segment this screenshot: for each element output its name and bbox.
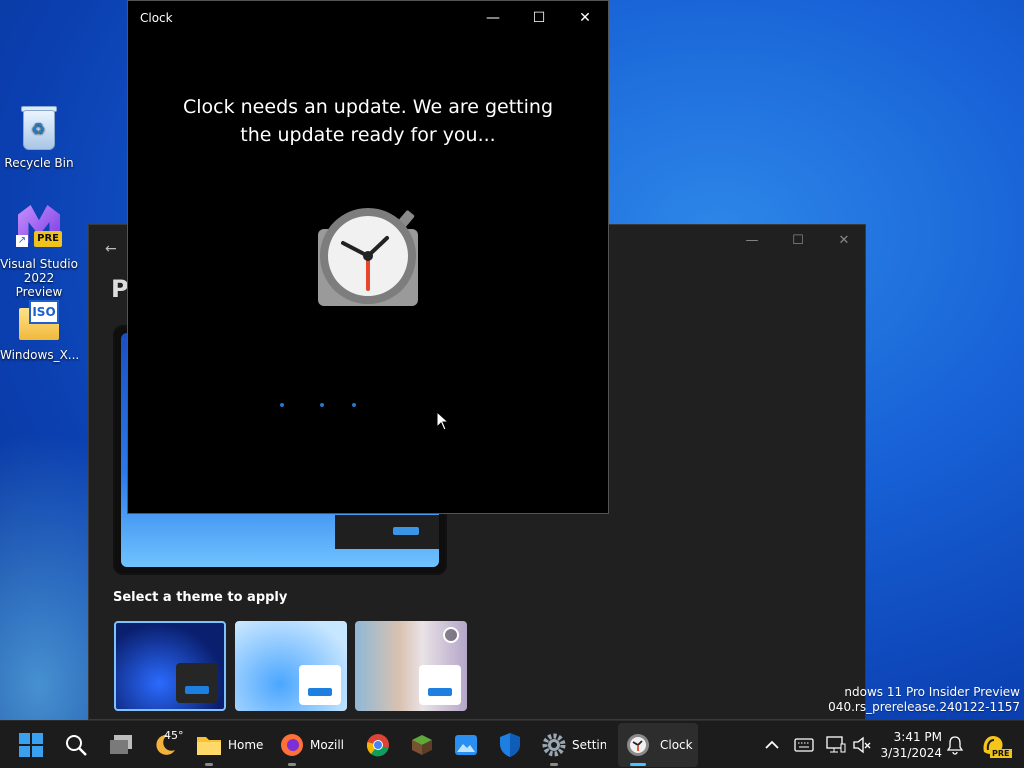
weather-widget[interactable]: 45° <box>152 721 184 768</box>
search-icon <box>66 735 87 756</box>
visual-studio-icon: ↗ PRE <box>14 203 64 253</box>
desktop-icon-label: Recycle Bin <box>4 156 74 170</box>
taskbar-photos[interactable] <box>454 721 478 768</box>
desktop-icon-recycle-bin[interactable]: ♻ Recycle Bin <box>0 106 78 170</box>
watermark-line-1: ndows 11 Pro Insider Preview <box>844 685 1020 699</box>
weather-temp: 45° <box>164 729 184 742</box>
display-button[interactable] <box>826 721 846 768</box>
shield-icon <box>500 733 520 757</box>
keyboard-button[interactable] <box>794 721 814 768</box>
insider-watermark: ndows 11 Pro Insider Preview 040.rs_prer… <box>828 685 1020 715</box>
clock-titlebar[interactable]: Clock — ☐ ✕ <box>128 1 608 35</box>
task-view-icon <box>110 735 132 754</box>
running-indicator <box>550 763 558 766</box>
mouse-cursor-icon <box>436 411 450 431</box>
close-icon[interactable]: ✕ <box>829 233 859 248</box>
taskbar-firefox[interactable]: Mozill <box>280 721 348 768</box>
running-indicator <box>288 763 296 766</box>
system-clock[interactable]: 3:41 PM 3/31/2024 <box>880 729 942 761</box>
show-hidden-icons-button[interactable] <box>764 721 780 768</box>
running-indicator <box>205 763 213 766</box>
desktop-icon-visual-studio[interactable]: ↗ PRE Visual Studio 2022 Preview <box>0 203 78 299</box>
clock-window: Clock — ☐ ✕ Clock needs an update. We ar… <box>127 0 609 514</box>
taskbar-label: Mozill <box>310 738 344 752</box>
maximize-icon[interactable]: ☐ <box>783 233 813 248</box>
theme-badge-icon <box>443 627 459 643</box>
taskbar-security[interactable] <box>498 721 522 768</box>
windows-logo-icon <box>19 733 43 757</box>
firefox-icon <box>281 734 303 756</box>
chevron-up-icon <box>765 740 779 749</box>
speaker-muted-icon <box>853 736 871 754</box>
taskbar-label: Settin <box>572 738 606 752</box>
clock-date: 3/31/2024 <box>880 746 942 760</box>
task-view-button[interactable] <box>108 721 134 768</box>
copilot-button[interactable]: PRE <box>980 721 1012 768</box>
taskbar-label: Home <box>228 738 264 752</box>
close-button[interactable]: ✕ <box>562 5 608 31</box>
bell-icon <box>946 736 964 755</box>
back-arrow-icon[interactable]: ← <box>105 241 117 257</box>
taskbar-label: Clock <box>660 738 693 752</box>
theme-card-windows-light[interactable] <box>235 621 347 711</box>
start-button[interactable] <box>18 721 44 768</box>
grass-block-icon <box>412 735 432 755</box>
desktop-icon-label: Windows_X... <box>0 348 80 362</box>
shortcut-arrow-icon: ↗ <box>16 235 28 247</box>
clock-time: 3:41 PM <box>893 730 942 744</box>
watermark-line-2: 040.rs_prerelease.240122-1157 <box>828 700 1020 714</box>
taskbar-minecraft[interactable] <box>410 721 434 768</box>
monitor-icon <box>826 736 846 753</box>
folder-icon <box>197 737 221 755</box>
theme-section-label: Select a theme to apply <box>113 590 288 605</box>
copilot-preview-badge: PRE <box>990 749 1012 758</box>
notifications-button[interactable] <box>946 721 964 768</box>
gear-icon <box>542 733 566 757</box>
search-button[interactable] <box>64 721 88 768</box>
recycle-bin-icon: ♻ <box>19 106 59 152</box>
taskbar-file-explorer[interactable]: Home <box>196 721 266 768</box>
photos-icon <box>455 735 477 755</box>
preview-badge: PRE <box>34 231 62 247</box>
taskbar-clock[interactable]: Clock <box>618 723 698 767</box>
iso-file-icon: ISO <box>15 300 63 344</box>
maximize-button[interactable]: ☐ <box>516 5 562 31</box>
minimize-icon[interactable]: — <box>737 233 767 248</box>
theme-card-windows-dark[interactable] <box>114 621 226 711</box>
keyboard-icon <box>794 738 814 752</box>
taskbar: 45° Home Mozill Settin Clock 3:41 PM 3/3… <box>0 720 1024 768</box>
active-indicator <box>630 763 646 766</box>
theme-card-flowers[interactable] <box>355 621 467 711</box>
chrome-icon <box>366 734 389 757</box>
clock-app-icon <box>318 208 418 306</box>
update-message: Clock needs an update. We are getting th… <box>182 96 554 146</box>
settings-page-title: P <box>111 275 129 303</box>
desktop-icon-label: Visual Studio 2022 Preview <box>0 257 78 299</box>
taskbar-chrome[interactable] <box>366 721 390 768</box>
minimize-button[interactable]: — <box>470 5 516 31</box>
taskbar-settings[interactable]: Settin <box>542 721 610 768</box>
volume-button[interactable] <box>852 721 872 768</box>
desktop-icon-windows-iso[interactable]: ISO Windows_X... <box>0 300 80 362</box>
clock-icon <box>627 734 649 756</box>
iso-badge: ISO <box>29 300 59 324</box>
loading-dots <box>278 403 368 409</box>
window-title: Clock <box>140 11 173 25</box>
